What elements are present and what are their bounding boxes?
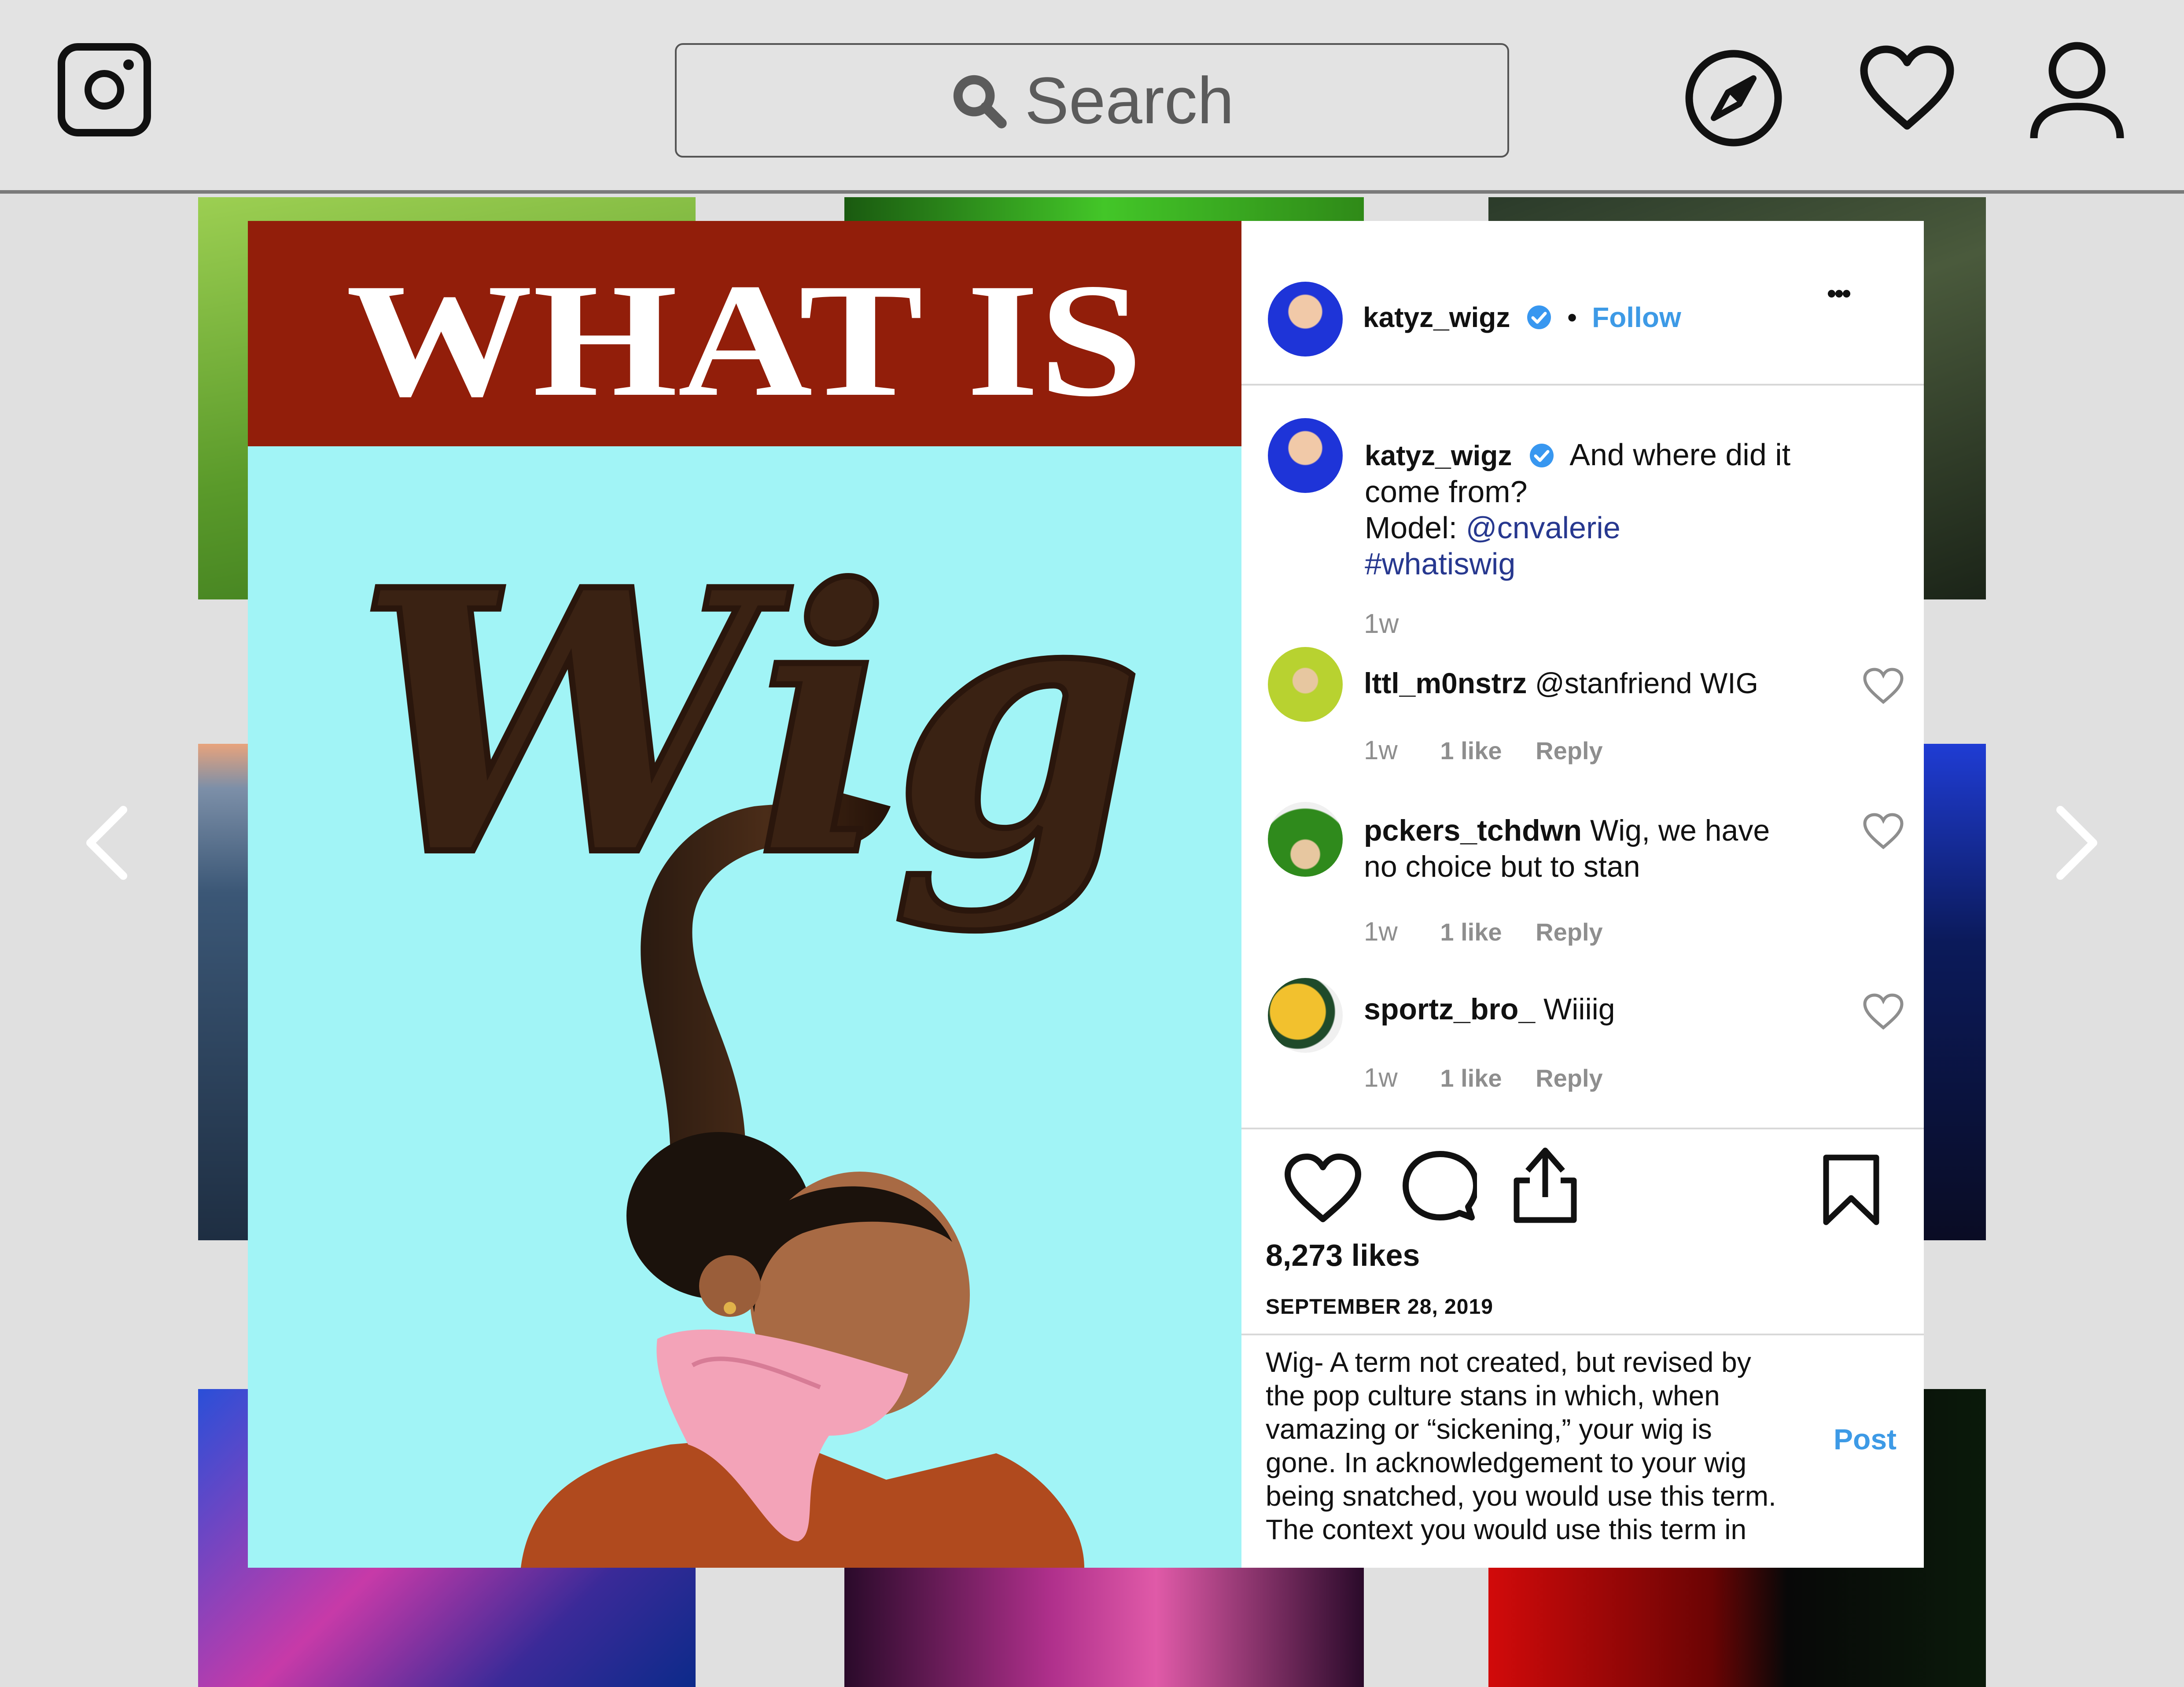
comment-input[interactable]: Wig- A term not created, but revised by … bbox=[1266, 1345, 1825, 1546]
verified-badge-icon bbox=[1527, 305, 1551, 329]
comment-text: Wig, we have bbox=[1590, 814, 1770, 847]
comment-username[interactable]: lttl_m0nstrz bbox=[1364, 667, 1527, 699]
search-placeholder: Search bbox=[1024, 63, 1234, 137]
caption-username[interactable]: katyz_wigz bbox=[1365, 440, 1512, 471]
comment-username[interactable]: sportz_bro_ bbox=[1364, 992, 1535, 1026]
bookmark-icon[interactable] bbox=[1823, 1154, 1880, 1227]
comment-draft-line: Wig- A term not created, but revised by bbox=[1266, 1346, 1751, 1378]
comment-draft-line: the pop culture stans in which, when bbox=[1266, 1380, 1720, 1411]
post-button[interactable]: Post bbox=[1834, 1422, 1897, 1456]
post-image[interactable]: WHAT IS Wig bbox=[248, 221, 1241, 1568]
comment-draft-line: being snatched, you would use this term. bbox=[1266, 1480, 1776, 1512]
comment-draft-line: vamazing or “sickening,” your wig is bbox=[1266, 1413, 1712, 1445]
comment-username[interactable]: pckers_tchdwn bbox=[1364, 814, 1582, 847]
comment-text: Wiiiig bbox=[1543, 992, 1615, 1026]
author-avatar[interactable] bbox=[1268, 282, 1343, 357]
comment-meta: 1w 1 like Reply bbox=[1364, 1062, 1603, 1093]
person-icon[interactable] bbox=[2029, 40, 2125, 142]
divider bbox=[1241, 1128, 1924, 1129]
comment-3: sportz_bro_ Wiiiig bbox=[1364, 992, 1615, 1026]
comment-like-icon[interactable] bbox=[1862, 812, 1904, 850]
top-bar: Search bbox=[0, 0, 2184, 194]
thumbnail-green-light[interactable] bbox=[844, 197, 1364, 222]
caption-avatar[interactable] bbox=[1268, 418, 1343, 493]
commenter-avatar[interactable] bbox=[1268, 802, 1343, 877]
compass-icon[interactable] bbox=[1683, 48, 1784, 149]
comment-likes[interactable]: 1 like bbox=[1440, 737, 1502, 764]
comment-draft-line: gone. In acknowledgement to your wig bbox=[1266, 1447, 1747, 1478]
commenter-avatar[interactable] bbox=[1268, 978, 1343, 1053]
comment-meta: 1w 1 like Reply bbox=[1364, 916, 1603, 947]
comment-time: 1w bbox=[1364, 1063, 1398, 1092]
post-details-panel: katyz_wigz • Follow ••• katyz_wigz And w… bbox=[1241, 221, 1924, 1568]
comment-likes[interactable]: 1 like bbox=[1440, 1064, 1502, 1092]
thumbnail-show[interactable] bbox=[844, 1567, 1364, 1687]
model-handle-link[interactable]: @cnvalerie bbox=[1466, 511, 1621, 545]
model-label: Model: bbox=[1365, 511, 1458, 545]
camera-logo-icon[interactable] bbox=[58, 43, 151, 136]
author-username[interactable]: katyz_wigz bbox=[1363, 301, 1510, 333]
more-options-icon[interactable]: ••• bbox=[1827, 278, 1851, 309]
comment-likes[interactable]: 1 like bbox=[1440, 918, 1502, 946]
post-date: SEPTEMBER 28, 2019 bbox=[1266, 1295, 1493, 1319]
divider bbox=[1241, 1334, 1924, 1335]
comment-like-icon[interactable] bbox=[1862, 992, 1904, 1030]
follow-button[interactable]: Follow bbox=[1592, 301, 1681, 333]
commenter-avatar[interactable] bbox=[1268, 647, 1343, 722]
reply-button[interactable]: Reply bbox=[1536, 918, 1603, 946]
previous-arrow-icon[interactable] bbox=[79, 805, 132, 880]
script-word: Wig bbox=[355, 512, 1144, 936]
illustration: Wig bbox=[352, 509, 1147, 1568]
heart-icon[interactable] bbox=[1858, 44, 1956, 132]
like-count[interactable]: 8,273 likes bbox=[1266, 1238, 1420, 1273]
comment-meta: 1w 1 like Reply bbox=[1364, 735, 1603, 765]
hashtag-link[interactable]: #whatiswig bbox=[1365, 546, 1790, 582]
caption-line1: And where did it bbox=[1569, 437, 1791, 472]
comment-text: @stanfriend WIG bbox=[1535, 667, 1758, 699]
search-icon bbox=[953, 75, 1007, 129]
like-icon[interactable] bbox=[1283, 1153, 1363, 1224]
comment-2: pckers_tchdwn Wig, we have no choice but… bbox=[1364, 812, 1770, 885]
next-arrow-icon[interactable] bbox=[2051, 805, 2104, 880]
comment-icon[interactable] bbox=[1402, 1150, 1477, 1224]
verified-badge-icon bbox=[1529, 444, 1554, 467]
search-box[interactable]: Search bbox=[675, 43, 1509, 158]
caption-line2: come from? bbox=[1365, 474, 1528, 509]
reply-button[interactable]: Reply bbox=[1536, 1064, 1603, 1092]
reply-button[interactable]: Reply bbox=[1536, 737, 1603, 764]
caption: katyz_wigz And where did it come from? M… bbox=[1365, 437, 1790, 582]
divider bbox=[1241, 384, 1924, 386]
comment-time: 1w bbox=[1364, 917, 1398, 946]
caption-time: 1w bbox=[1364, 609, 1399, 639]
share-icon[interactable] bbox=[1512, 1145, 1578, 1224]
comment-like-icon[interactable] bbox=[1862, 667, 1904, 705]
comment-time: 1w bbox=[1364, 735, 1398, 765]
comment-text-continued: no choice but to stan bbox=[1364, 850, 1640, 883]
comment-1: lttl_m0nstrz @stanfriend WIG bbox=[1364, 666, 1758, 700]
comment-draft-line: The context you would use this term in bbox=[1266, 1514, 1747, 1545]
